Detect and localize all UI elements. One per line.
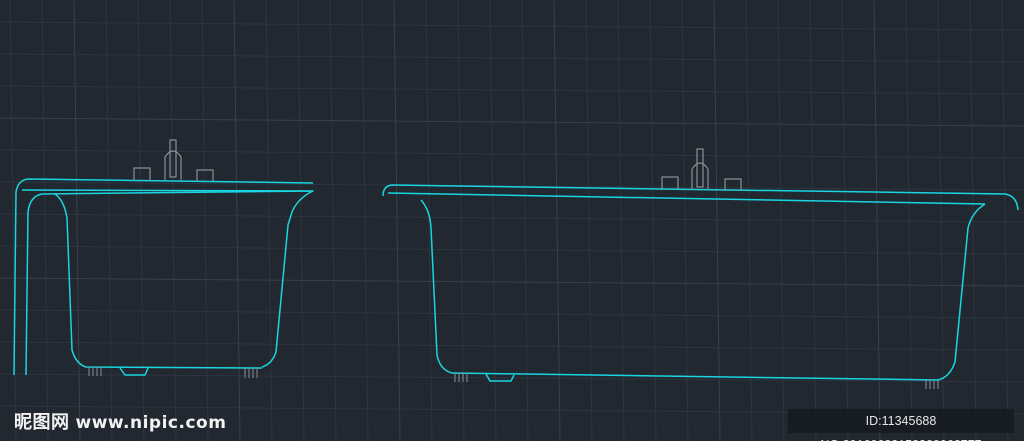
left-tub-inner-wall [54, 193, 263, 369]
cad-canvas[interactable]: 昵图网www.nipic.com ID:11345688 NO:20160622… [0, 0, 1024, 441]
left-tub-outer-rim [13, 178, 314, 376]
nipic-logo: 昵图网 www.nipic.com [14, 408, 226, 434]
left-tub-feet [88, 367, 258, 378]
right-tub-feet [454, 373, 939, 389]
watermark-id: ID:11345688 NO:20160622153309068777 [788, 409, 1014, 441]
left-bathtub [13, 178, 314, 376]
right-tub-outer-wall [451, 203, 986, 381]
right-tub-faucet [661, 148, 742, 191]
left-tub-drain [119, 367, 149, 376]
drawing [13, 139, 1019, 389]
logo-chinese: 昵图网 [14, 412, 70, 433]
right-tub-drain [485, 373, 515, 382]
right-tub-rim-second [387, 192, 986, 205]
left-tub-faucet [133, 139, 214, 181]
right-bathtub [382, 184, 1019, 382]
right-tub-top-rim [382, 184, 1019, 211]
logo-url: www.nipic.com [75, 413, 227, 433]
right-tub-inner-wall [420, 199, 453, 374]
